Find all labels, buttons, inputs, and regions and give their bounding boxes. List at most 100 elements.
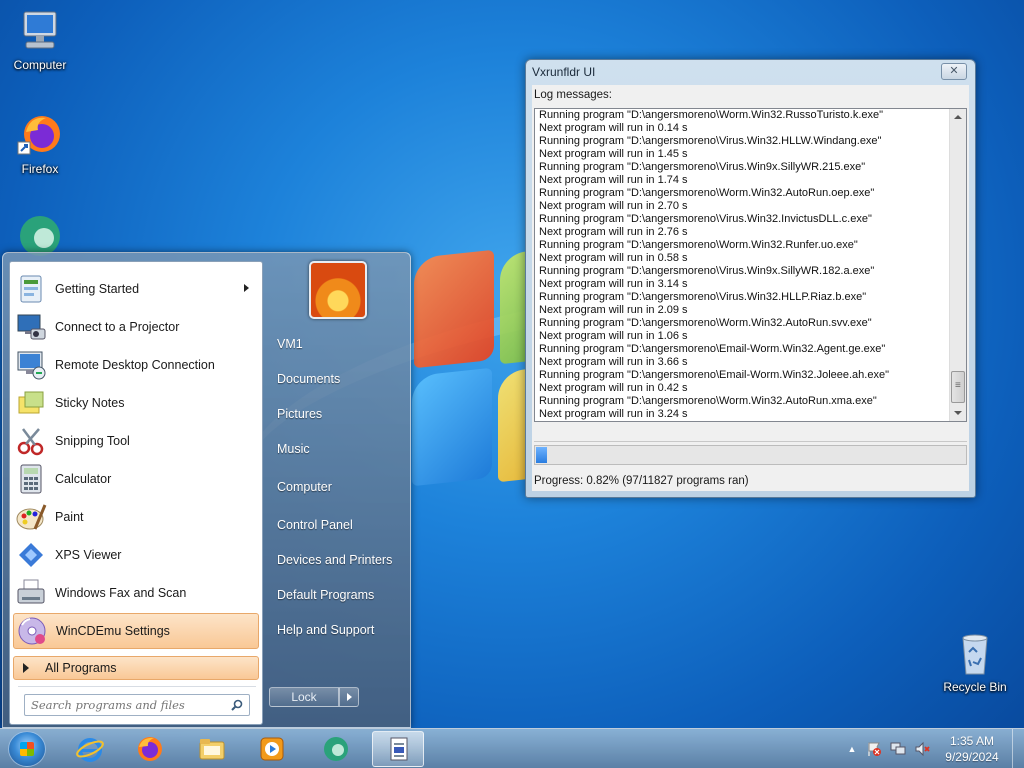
show-desktop-button[interactable] bbox=[1012, 729, 1024, 768]
start-right-label: VM1 bbox=[277, 337, 303, 351]
log-line: Next program will run in 0.42 s bbox=[539, 382, 688, 394]
start-item-wincdemu-settings[interactable]: WinCDEmu Settings bbox=[13, 613, 259, 649]
show-hidden-icons-button[interactable]: ▲ bbox=[844, 741, 860, 757]
start-right-control-panel[interactable]: Control Panel bbox=[265, 510, 405, 540]
start-item-label: Calculator bbox=[55, 472, 112, 486]
submenu-arrow-icon bbox=[244, 284, 249, 292]
folder-icon bbox=[198, 735, 226, 763]
taskbar: ▲ 1:35 AM 9/29/2024 bbox=[0, 728, 1024, 768]
scroll-thumb[interactable] bbox=[951, 371, 965, 403]
desktop-icon-recycle-bin[interactable]: Recycle Bin bbox=[935, 630, 1015, 694]
paint-palette-icon bbox=[15, 501, 47, 533]
network-icon[interactable] bbox=[890, 741, 906, 757]
start-item-fax-scan[interactable]: Windows Fax and Scan bbox=[13, 575, 259, 611]
log-line: Next program will run in 0.58 s bbox=[539, 252, 688, 264]
desktop-icon-label: Recycle Bin bbox=[943, 680, 1007, 694]
start-item-sticky-notes[interactable]: Sticky Notes bbox=[13, 385, 259, 421]
start-right-label: Music bbox=[277, 442, 310, 456]
log-line: Running program "D:\angersmoreno\Virus.W… bbox=[539, 265, 875, 277]
log-line: Running program "D:\angersmoreno\Worm.Wi… bbox=[539, 239, 858, 251]
start-item-remote-desktop[interactable]: Remote Desktop Connection bbox=[13, 347, 259, 383]
log-line: Next program will run in 1.06 s bbox=[539, 330, 688, 342]
firefox-icon bbox=[16, 112, 64, 160]
progress-status-text: Progress: 0.82% (97/11827 programs ran) bbox=[534, 475, 749, 487]
start-button[interactable] bbox=[8, 731, 46, 767]
shutdown-options-button[interactable] bbox=[339, 687, 359, 707]
log-line: Next program will run in 2.76 s bbox=[539, 226, 688, 238]
scroll-down-button[interactable] bbox=[950, 405, 966, 421]
volume-muted-icon[interactable] bbox=[914, 741, 930, 757]
start-right-label: Control Panel bbox=[277, 518, 353, 532]
start-item-label: Getting Started bbox=[55, 282, 140, 296]
globe-app-icon bbox=[322, 735, 350, 763]
close-button[interactable]: ✕ bbox=[941, 63, 967, 80]
start-right-music[interactable]: Music bbox=[265, 434, 405, 464]
cd-icon bbox=[16, 615, 48, 647]
start-item-connect-projector[interactable]: Connect to a Projector bbox=[13, 309, 259, 345]
desktop-icon-firefox[interactable]: Firefox bbox=[0, 112, 80, 176]
start-right-default-programs[interactable]: Default Programs bbox=[265, 580, 405, 610]
start-item-label: Paint bbox=[55, 510, 84, 524]
log-messages-list[interactable]: Running program "D:\angersmoreno\Worm.Wi… bbox=[534, 108, 967, 422]
start-right-label: Computer bbox=[277, 480, 332, 494]
search-icon[interactable] bbox=[231, 699, 243, 711]
start-item-label: WinCDEmu Settings bbox=[56, 624, 170, 638]
start-right-user[interactable]: VM1 bbox=[265, 329, 405, 359]
start-right-computer[interactable]: Computer bbox=[265, 472, 405, 502]
start-menu-divider bbox=[18, 686, 256, 687]
start-item-snipping-tool[interactable]: Snipping Tool bbox=[13, 423, 259, 459]
start-item-label: Sticky Notes bbox=[55, 396, 125, 410]
all-programs-label: All Programs bbox=[45, 661, 117, 675]
log-line: Next program will run in 2.70 s bbox=[539, 200, 688, 212]
log-line: Next program will run in 2.09 s bbox=[539, 304, 688, 316]
desktop-icon-computer[interactable]: Computer bbox=[0, 8, 80, 72]
system-clock[interactable]: 1:35 AM 9/29/2024 bbox=[936, 733, 1008, 765]
action-center-flag-icon[interactable] bbox=[866, 741, 882, 757]
search-input[interactable] bbox=[25, 695, 221, 715]
log-messages-label: Log messages: bbox=[534, 89, 612, 101]
taskbar-globe-app[interactable] bbox=[310, 731, 362, 767]
desktop-icon-label: Computer bbox=[13, 58, 67, 72]
start-item-calculator[interactable]: Calculator bbox=[13, 461, 259, 497]
start-item-label: Remote Desktop Connection bbox=[55, 358, 215, 372]
progress-bar-fill bbox=[536, 447, 547, 463]
window-divider bbox=[534, 441, 967, 442]
start-item-label: Connect to a Projector bbox=[55, 320, 180, 334]
log-line: Running program "D:\angersmoreno\Virus.W… bbox=[539, 135, 882, 147]
taskbar-internet-explorer[interactable] bbox=[64, 731, 116, 767]
start-right-help-support[interactable]: Help and Support bbox=[265, 615, 405, 645]
log-scrollbar[interactable] bbox=[949, 109, 966, 421]
taskbar-firefox[interactable] bbox=[124, 731, 176, 767]
start-item-paint[interactable]: Paint bbox=[13, 499, 259, 535]
start-right-devices-printers[interactable]: Devices and Printers bbox=[265, 545, 405, 575]
user-picture-avatar[interactable] bbox=[309, 261, 367, 319]
clock-date: 9/29/2024 bbox=[945, 750, 999, 764]
sticky-notes-icon bbox=[15, 387, 47, 419]
taskbar-windows-explorer[interactable] bbox=[186, 731, 238, 767]
start-right-label: Help and Support bbox=[277, 623, 375, 637]
start-right-label: Devices and Printers bbox=[277, 553, 393, 567]
log-line: Running program "D:\angersmoreno\Worm.Wi… bbox=[539, 109, 884, 121]
all-programs-button[interactable]: All Programs bbox=[13, 656, 259, 680]
taskbar-vxrunfldr[interactable] bbox=[372, 731, 424, 767]
start-item-getting-started[interactable]: Getting Started bbox=[13, 271, 259, 307]
log-line: Running program "D:\angersmoreno\Worm.Wi… bbox=[539, 187, 875, 199]
start-right-documents[interactable]: Documents bbox=[265, 364, 405, 394]
start-search-box[interactable] bbox=[24, 694, 250, 716]
start-item-label: Snipping Tool bbox=[55, 434, 130, 448]
start-right-pictures[interactable]: Pictures bbox=[265, 399, 405, 429]
scroll-up-button[interactable] bbox=[950, 109, 966, 125]
taskbar-media-player[interactable] bbox=[246, 731, 298, 767]
remote-desktop-icon bbox=[15, 349, 47, 381]
log-line: Running program "D:\angersmoreno\Worm.Wi… bbox=[539, 395, 877, 407]
log-line: Next program will run in 3.24 s bbox=[539, 408, 688, 420]
scissors-icon bbox=[15, 425, 47, 457]
start-item-label: Windows Fax and Scan bbox=[55, 586, 187, 600]
lock-button[interactable]: Lock bbox=[269, 687, 339, 707]
start-menu: Getting Started Connect to a Projector R… bbox=[2, 252, 411, 728]
recycle-bin-icon bbox=[951, 630, 999, 678]
media-player-icon bbox=[258, 735, 286, 763]
start-item-xps-viewer[interactable]: XPS Viewer bbox=[13, 537, 259, 573]
progress-bar bbox=[534, 445, 967, 465]
log-line: Running program "D:\angersmoreno\Virus.W… bbox=[539, 291, 867, 303]
